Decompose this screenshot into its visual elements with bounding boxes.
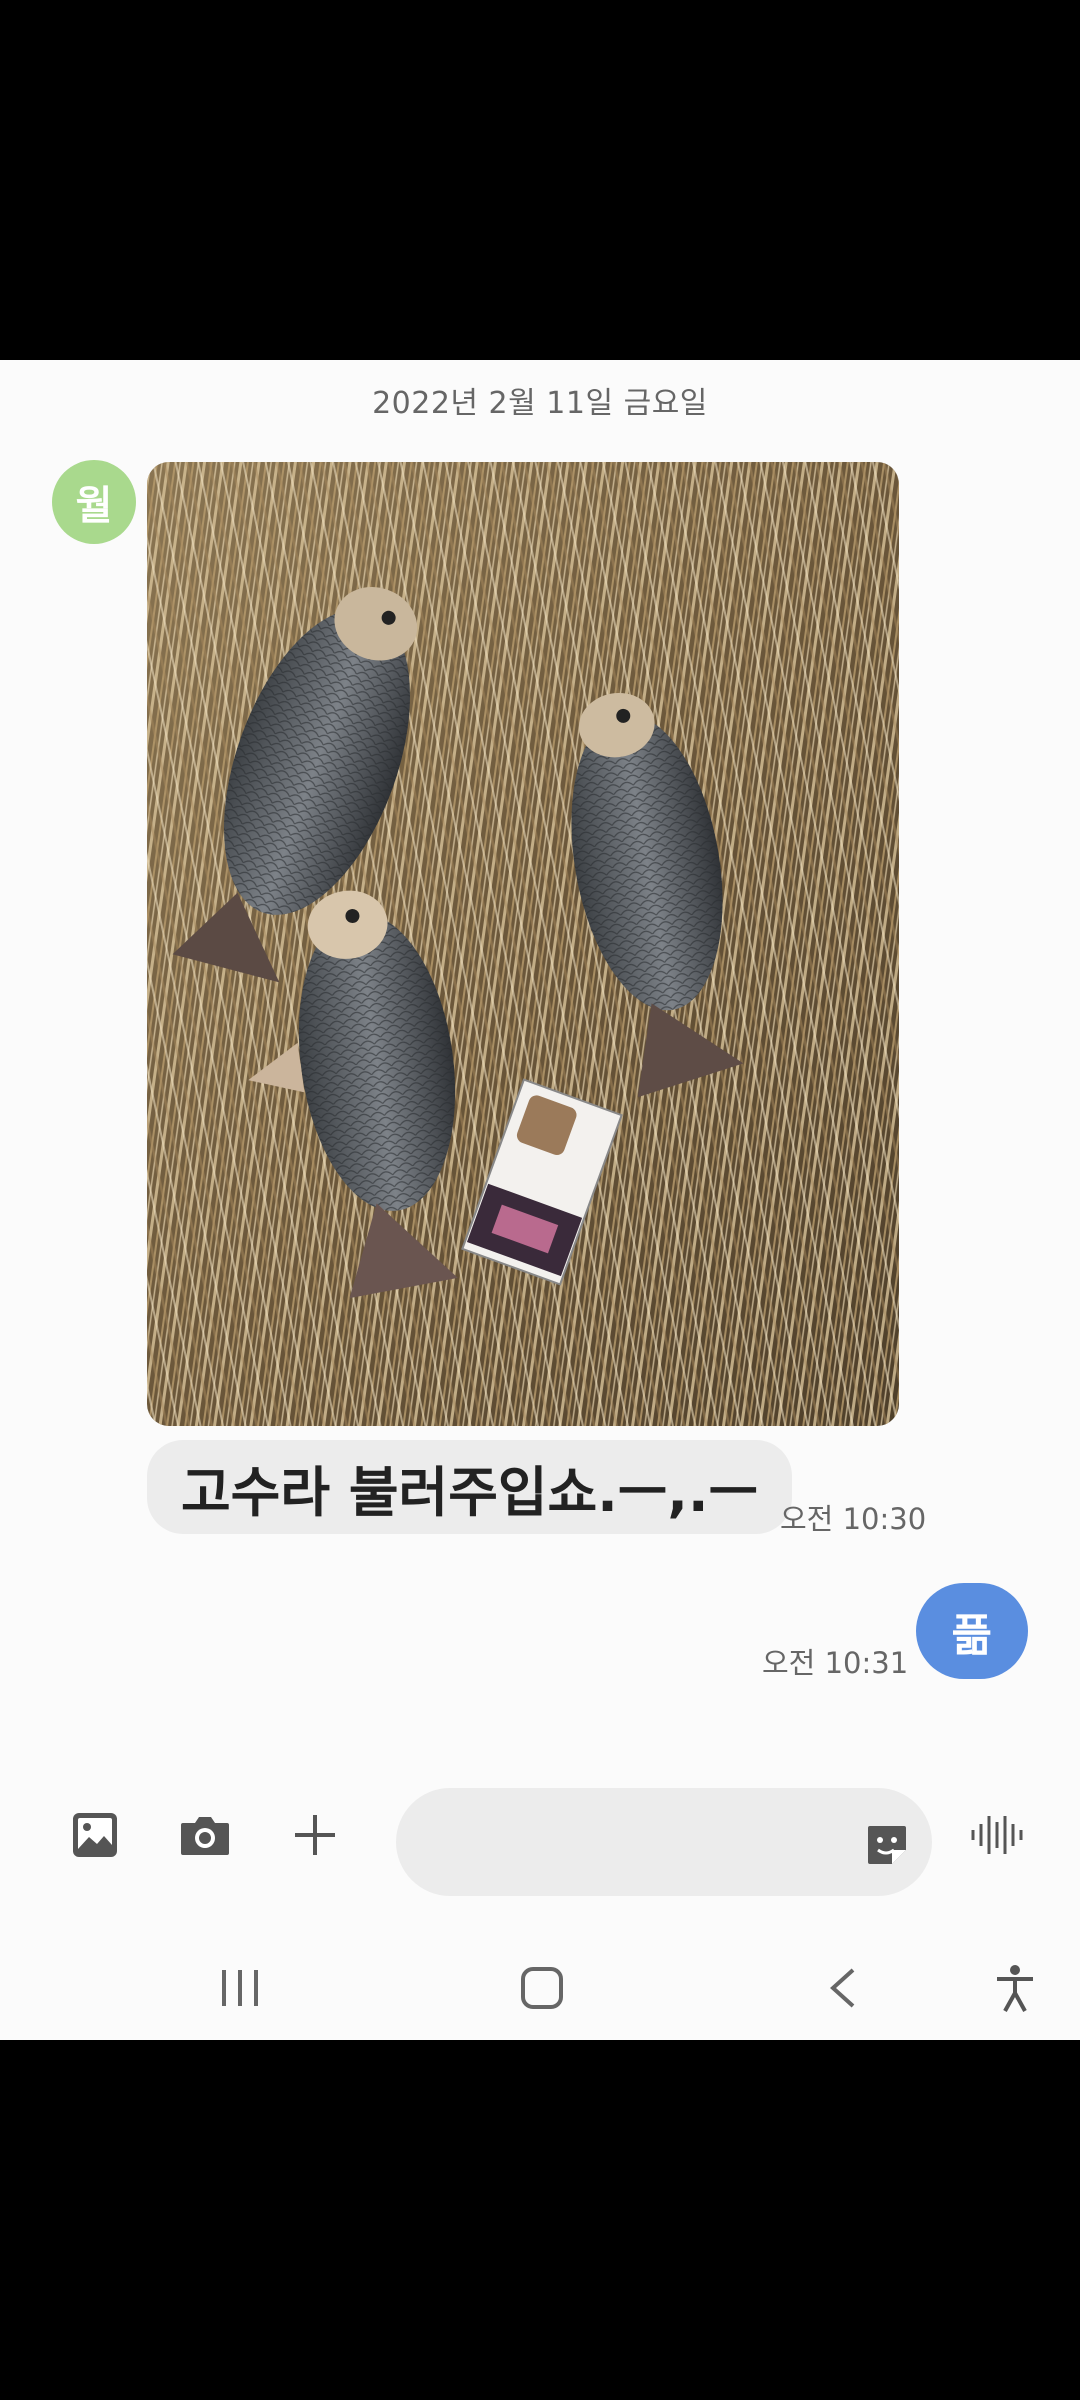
accessibility-icon[interactable]	[980, 1958, 1050, 2018]
gallery-icon[interactable]	[55, 1795, 135, 1875]
voice-icon[interactable]	[962, 1800, 1032, 1870]
plus-icon[interactable]	[275, 1795, 355, 1875]
date-header: 2022년 2월 11일 금요일	[372, 386, 708, 421]
messages-screen: 2022년 2월 11일 금요일 월 고수라 불러주입쇼.ㅡ,.ㅡ 오전 10:…	[0, 360, 1080, 2040]
bottom-letterbox	[0, 2040, 1080, 2400]
outgoing-message-time: 오전 10:31	[762, 1646, 909, 1680]
image-message[interactable]	[147, 462, 899, 1426]
back-icon[interactable]	[808, 1958, 878, 2018]
incoming-message-text: 고수라 불러주입쇼.ㅡ,.ㅡ	[181, 1460, 759, 1524]
outgoing-message-text: 픎	[951, 1610, 993, 1661]
message-input-pill[interactable]	[396, 1788, 932, 1898]
contact-avatar[interactable]: 월	[52, 460, 136, 544]
recent-apps-icon[interactable]	[205, 1958, 275, 2018]
sticker-icon[interactable]	[864, 1822, 910, 1868]
message-input[interactable]	[430, 1788, 854, 1898]
home-icon[interactable]	[507, 1958, 577, 2018]
message-composer	[0, 1770, 1080, 1900]
system-navigation-bar	[0, 1930, 1080, 2040]
incoming-message-bubble[interactable]: 고수라 불러주입쇼.ㅡ,.ㅡ	[147, 1440, 793, 1534]
outgoing-message-bubble[interactable]: 픎	[916, 1583, 1028, 1679]
top-letterbox	[0, 0, 1080, 360]
fish-on-straw-photo	[147, 462, 899, 1426]
incoming-message-time: 오전 10:30	[780, 1502, 927, 1536]
avatar-initial: 월	[75, 483, 113, 529]
camera-icon[interactable]	[165, 1795, 245, 1875]
